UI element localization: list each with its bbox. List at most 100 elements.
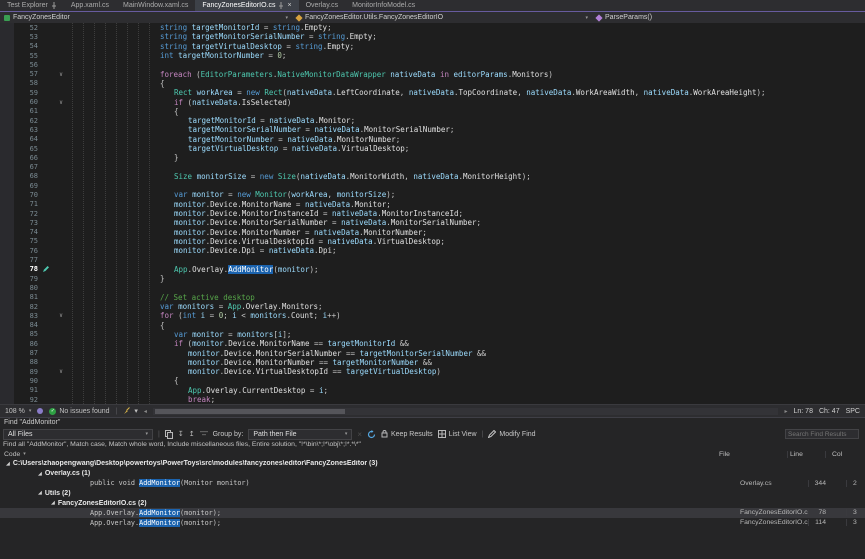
code-line[interactable]: 54string targetVirtualDesktop = string.E… [0,42,865,51]
code-line[interactable]: 87monitor.Device.MonitorSerialNumber == … [0,348,865,357]
result-group-row[interactable]: ◢FancyZonesEditorIO.cs (2) [0,498,865,508]
fold-collapse-icon[interactable]: ∨ [54,312,68,319]
tab-app-xaml-cs[interactable]: App.xaml.cs [64,0,116,11]
code-line[interactable]: 76monitor.Device.Dpi = nativeData.Dpi; [0,246,865,255]
code-line[interactable]: 53string targetMonitorSerialNumber = str… [0,32,865,41]
col-column-header[interactable]: Col [825,451,865,458]
code-line[interactable]: 80 [0,283,865,292]
fold-collapse-icon[interactable]: ∨ [54,368,68,375]
expanded-triangle-icon[interactable]: ◢ [6,461,10,467]
tab-fancyzoneseditorio-cs[interactable]: FancyZonesEditorIO.cs× [195,0,298,11]
code-line[interactable]: 90{ [0,376,865,385]
code-line[interactable]: 68Size monitorSize = new Size(nativeData… [0,172,865,181]
code-line[interactable]: 81// Set active desktop [0,293,865,302]
list-view-button[interactable]: List View [438,430,477,438]
health-indicator-icon[interactable] [37,408,43,414]
zoom-select[interactable]: 108 % ▾ [5,408,31,415]
code-line[interactable]: 92break; [0,395,865,404]
close-icon[interactable]: × [287,2,291,9]
result-row[interactable]: App.Overlay.AddMonitor(monitor);FancyZon… [0,508,865,518]
member-dropdown[interactable]: ParseParams() [592,12,865,23]
scope-dropdown[interactable]: All Files ▾ [3,429,153,440]
line-number: 55 [14,52,38,60]
modify-find-button[interactable]: Modify Find [488,430,535,438]
code-line[interactable]: 57∨foreach (EditorParameters.NativeMonit… [0,69,865,78]
tab-overlay-cs[interactable]: Overlay.cs [299,0,346,11]
code-line[interactable]: 60∨if (nativeData.IsSelected) [0,97,865,106]
result-group-row[interactable]: ◢Overlay.cs (1) [0,469,865,479]
refresh-icon[interactable] [367,430,376,439]
code-line[interactable]: 75monitor.Device.VirtualDesktopId = nati… [0,237,865,246]
copy-results-icon[interactable] [165,430,173,439]
horizontal-scrollbar[interactable] [153,408,779,415]
clear-results-icon[interactable]: × [357,430,362,439]
code-line[interactable]: 85var monitor = monitors[i]; [0,330,865,339]
code-line[interactable]: 65targetVirtualDesktop = nativeData.Virt… [0,144,865,153]
collapse-all-icon[interactable]: ↥ [189,430,195,438]
pin-icon[interactable] [278,2,284,9]
project-name: FancyZonesEditor [13,14,70,21]
code-line[interactable]: 59Rect workArea = new Rect(nativeData.Le… [0,88,865,97]
file-column-header[interactable]: File [717,451,787,458]
line-column-header[interactable]: Line [787,451,825,458]
fold-collapse-icon[interactable]: ∨ [54,99,68,106]
tab-test-explorer[interactable]: Test Explorer [0,0,64,11]
code-line[interactable]: 71monitor.Device.MonitorName = nativeDat… [0,200,865,209]
token: VirtualDesktopId [256,367,328,376]
code-line[interactable]: 63targetMonitorSerialNumber = nativeData… [0,125,865,134]
expanded-triangle-icon[interactable]: ◢ [38,490,42,496]
code-cleanup-button[interactable]: ▾ [123,407,138,415]
result-group-row[interactable]: ◢C:\Users\zhaopengwang\Desktop\powertoys… [0,459,865,469]
expanded-triangle-icon[interactable]: ◢ [38,471,42,477]
result-row[interactable]: App.Overlay.AddMonitor(monitor);FancyZon… [0,518,865,528]
expand-all-icon[interactable]: ↧ [178,430,184,438]
keep-results-button[interactable]: Keep Results [381,430,433,438]
code-line[interactable]: 58{ [0,79,865,88]
code-line[interactable]: 79} [0,274,865,283]
result-group-row[interactable]: ◢Utils (2) [0,488,865,498]
group-by-dropdown[interactable]: Path then File ▾ [248,429,352,440]
expanded-triangle-icon[interactable]: ◢ [51,500,55,506]
code-line[interactable]: 52string targetMonitorId = string.Empty; [0,23,865,32]
fold-collapse-icon[interactable]: ∨ [54,71,68,78]
tab-monitorinfomodel-cs[interactable]: MonitorInfoModel.cs [345,0,422,11]
scroll-left-icon[interactable]: ◂ [144,408,147,415]
token: = [264,51,278,60]
type-dropdown[interactable]: FancyZonesEditor.Utils.FancyZonesEditorI… [292,12,592,23]
result-row[interactable]: public void AddMonitor(Monitor monitor)O… [0,479,865,489]
scrollbar-thumb[interactable] [155,409,345,414]
code-line[interactable]: 86if (monitor.Device.MonitorName == targ… [0,339,865,348]
code-line[interactable]: 56 [0,60,865,69]
code-line[interactable]: 83∨for (int i = 0; i < monitors.Count; i… [0,311,865,320]
search-find-results-input[interactable] [785,429,859,439]
code-line[interactable]: 61{ [0,107,865,116]
code-text: if (monitor.Device.MonitorName == target… [68,339,409,348]
scroll-right-icon[interactable]: ▸ [784,408,787,415]
token: , [517,88,526,97]
code-line[interactable]: 64targetMonitorNumber = nativeData.Monit… [0,135,865,144]
code-line[interactable]: 88monitor.Device.MonitorNumber == target… [0,358,865,367]
code-line[interactable]: 67 [0,162,865,171]
code-line[interactable]: 72monitor.Device.MonitorInstanceId = nat… [0,209,865,218]
code-line[interactable]: 89∨monitor.Device.VirtualDesktopId == ta… [0,367,865,376]
code-line[interactable]: 62targetMonitorId = nativeData.Monitor; [0,116,865,125]
code-line[interactable]: 91App.Overlay.CurrentDesktop = i; [0,386,865,395]
code-line[interactable]: 84{ [0,321,865,330]
code-line[interactable]: 69 [0,181,865,190]
code-line[interactable]: 70var monitor = new Monitor(workArea, mo… [0,190,865,199]
code-line[interactable]: 74monitor.Device.MonitorNumber = nativeD… [0,228,865,237]
code-editor[interactable]: 52string targetMonitorId = string.Empty;… [0,23,865,404]
code-line[interactable]: 66} [0,153,865,162]
code-line[interactable]: 82var monitors = App.Overlay.Monitors; [0,302,865,311]
code-line[interactable]: 73monitor.Device.MonitorSerialNumber = n… [0,218,865,227]
code-line[interactable]: 55int targetMonitorNumber = 0; [0,51,865,60]
pin-icon[interactable] [51,2,57,9]
line-number: 75 [14,237,38,245]
code-line[interactable]: 77 [0,255,865,264]
code-column-header[interactable]: Code ▾ [0,451,717,458]
document-health[interactable]: ✓ No issues found [49,408,109,415]
filter-icon[interactable] [200,430,208,438]
code-line[interactable]: 78App.Overlay.AddMonitor(monitor); [0,265,865,274]
project-dropdown[interactable]: FancyZonesEditor ▾ [0,12,292,23]
tab-mainwindow-xaml-cs[interactable]: MainWindow.xaml.cs [116,0,195,11]
